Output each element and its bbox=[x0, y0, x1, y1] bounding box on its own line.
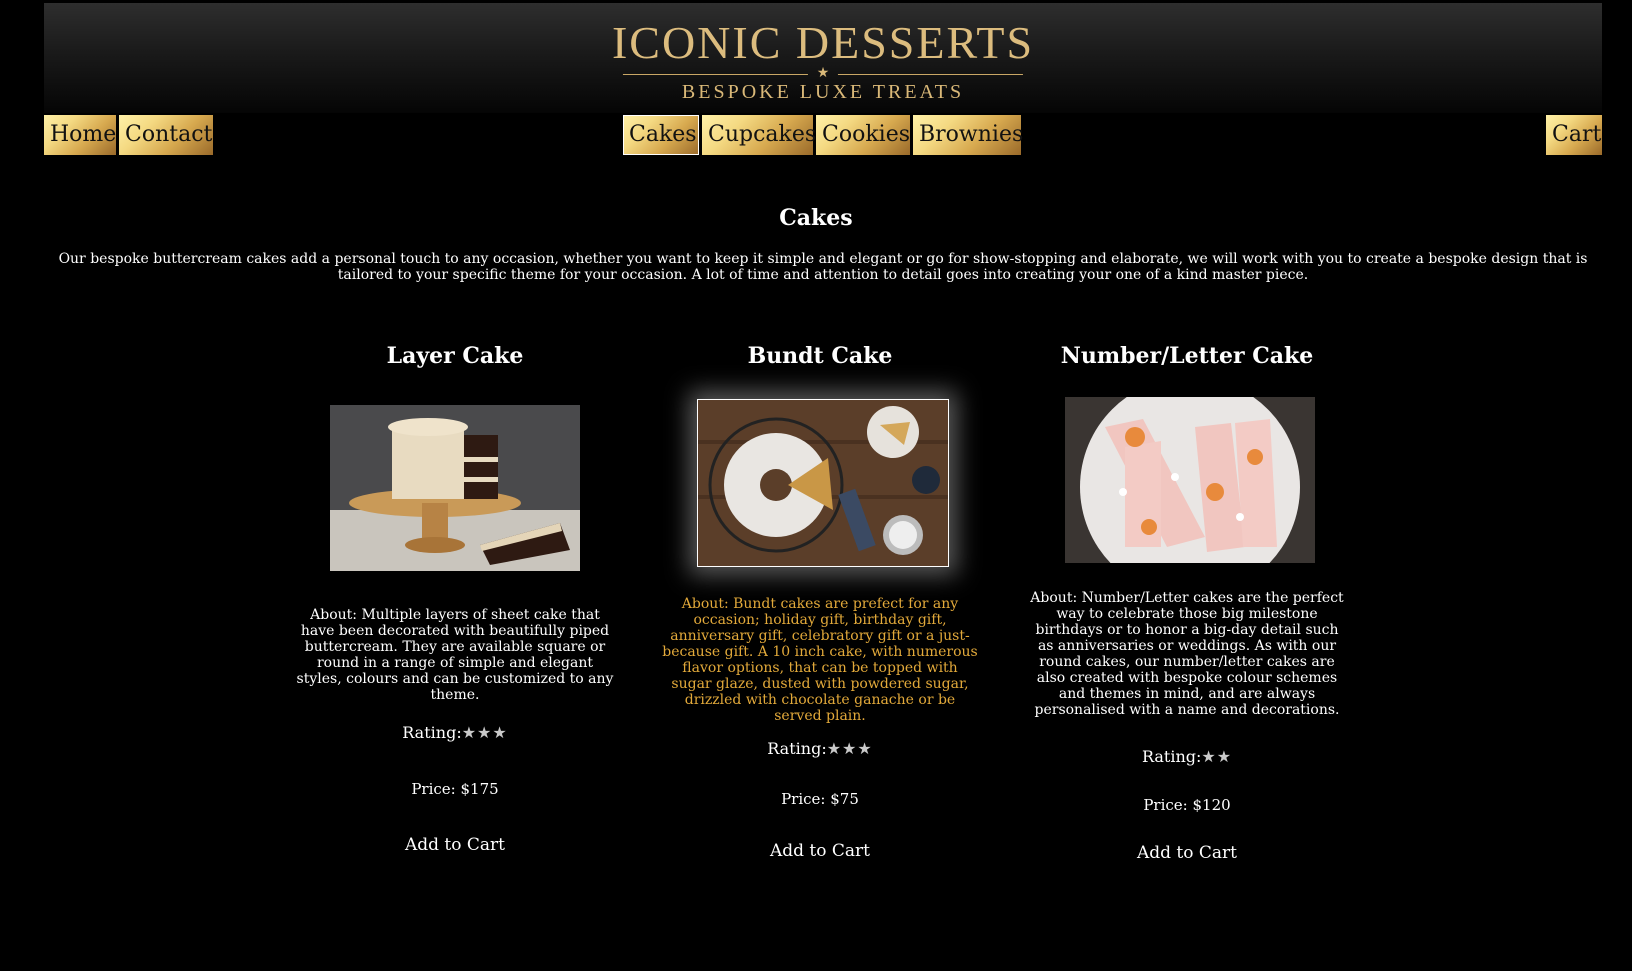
nav-cupcakes[interactable]: Cupcakes bbox=[702, 115, 816, 155]
product-card-bundt-cake: Bundt Cake About: Bundt cakes are prefec… bbox=[660, 340, 980, 870]
rating-label: Rating: bbox=[767, 739, 827, 758]
product-image-layer-cake bbox=[330, 405, 580, 571]
logo-divider: ★ bbox=[623, 65, 1023, 81]
bundt-cake-photo bbox=[698, 400, 948, 566]
product-image-number-letter-cake bbox=[1065, 397, 1315, 563]
product-price: Price: $175 bbox=[411, 780, 499, 798]
product-title: Layer Cake bbox=[386, 343, 524, 369]
add-to-cart-button[interactable]: Add to Cart bbox=[660, 840, 980, 862]
product-rating: Rating:★★★ bbox=[660, 739, 980, 758]
star-icon: ★ bbox=[816, 65, 830, 81]
product-about: About: Multiple layers of sheet cake tha… bbox=[296, 607, 614, 703]
site-header: ICONIC DESSERTS ★ BESPOKE LUXE TREATS bbox=[44, 3, 1602, 113]
nav-brownies[interactable]: Brownies bbox=[913, 115, 1023, 155]
page-intro: Our bespoke buttercream cakes add a pers… bbox=[58, 251, 1588, 283]
product-image-bundt-cake bbox=[697, 399, 949, 567]
layer-cake-photo bbox=[330, 405, 580, 571]
logo-subtitle: BESPOKE LUXE TREATS bbox=[681, 81, 965, 103]
product-about: About: Bundt cakes are prefect for any o… bbox=[662, 596, 978, 724]
star-rating-icon: ★★★ bbox=[826, 739, 873, 758]
star-rating-icon: ★★★ bbox=[461, 723, 508, 742]
product-card-layer-cake: Layer Cake About: Multiple layers of she… bbox=[295, 340, 615, 870]
rating-label: Rating: bbox=[1141, 747, 1202, 766]
product-price: Price: $75 bbox=[781, 790, 859, 808]
product-about: About: Number/Letter cakes are the perfe… bbox=[1030, 590, 1344, 718]
product-title: Bundt Cake bbox=[747, 343, 893, 369]
number-letter-cake-photo bbox=[1065, 397, 1315, 563]
page-title: Cakes bbox=[779, 205, 853, 231]
nav-cookies[interactable]: Cookies bbox=[816, 115, 910, 155]
logo-title: ICONIC DESSERTS bbox=[611, 17, 1035, 68]
product-rating: Rating:★★ bbox=[1027, 747, 1347, 766]
product-title: Number/Letter Cake bbox=[1060, 343, 1314, 369]
rating-label: Rating: bbox=[402, 723, 462, 742]
product-card-number-letter-cake: Number/Letter Cake About: Number/Letter … bbox=[1027, 340, 1347, 870]
site-logo[interactable]: ICONIC DESSERTS ★ BESPOKE LUXE TREATS bbox=[612, 19, 1034, 104]
nav-home[interactable]: Home bbox=[44, 115, 116, 155]
nav-cakes[interactable]: Cakes bbox=[623, 115, 699, 155]
product-rating: Rating:★★★ bbox=[295, 723, 615, 742]
star-rating-icon: ★★ bbox=[1201, 747, 1233, 766]
product-price: Price: $120 bbox=[1143, 796, 1231, 814]
nav-contact[interactable]: Contact bbox=[119, 115, 213, 155]
nav-cart[interactable]: Cart bbox=[1546, 115, 1602, 155]
add-to-cart-button[interactable]: Add to Cart bbox=[1027, 842, 1347, 864]
add-to-cart-button[interactable]: Add to Cart bbox=[295, 834, 615, 856]
